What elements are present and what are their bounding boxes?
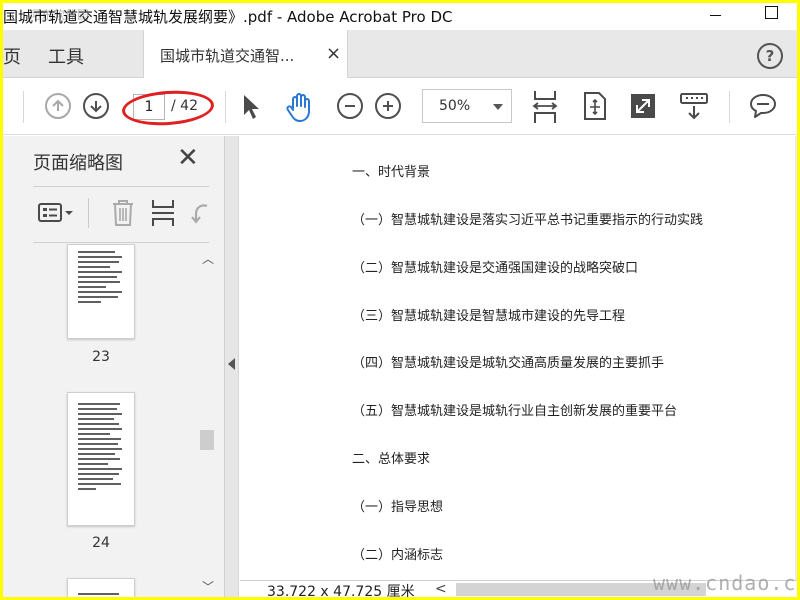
doc-line: （一）智慧城轨建设是落实习近平总书记重要指示的行动实践 bbox=[352, 213, 704, 228]
title-bar: 国城市轨道交通智慧城轨发展纲要》.pdf - Adobe Acrobat Pro… bbox=[3, 3, 797, 30]
full-screen-icon[interactable] bbox=[629, 92, 657, 120]
divider bbox=[33, 242, 209, 243]
select-cursor-icon[interactable] bbox=[241, 93, 261, 121]
previous-page-button[interactable] bbox=[45, 93, 71, 119]
fit-page-width-icon[interactable] bbox=[531, 89, 559, 125]
insert-page-icon[interactable] bbox=[149, 198, 177, 228]
doc-line: （一）指导思想 bbox=[352, 500, 444, 515]
doc-line: （五）智慧城轨建设是城轨行业自主创新发展的重要平台 bbox=[352, 404, 678, 419]
toolbar-divider bbox=[23, 91, 24, 123]
hand-tool-icon[interactable] bbox=[285, 91, 315, 123]
page-thumbnail[interactable] bbox=[67, 578, 135, 597]
watermark-overlay: 河东软件园 bbox=[29, 8, 90, 22]
tab-tools[interactable]: 工具 bbox=[48, 43, 84, 69]
thumbnail-text-lines bbox=[78, 251, 124, 306]
scroll-left-icon[interactable]: < bbox=[435, 581, 447, 597]
site-watermark: www.cndao.com bbox=[653, 571, 797, 595]
doc-line: 一、时代背景 bbox=[352, 165, 431, 180]
zoom-out-button[interactable] bbox=[337, 93, 363, 119]
pdf-page: 一、时代背景 （一）智慧城轨建设是落实习近平总书记重要指示的行动实践 （二）智慧… bbox=[240, 136, 795, 580]
panel-title: 页面缩略图 bbox=[33, 153, 123, 174]
zoom-value: 50% bbox=[439, 98, 471, 114]
doc-line: （四）智慧城轨建设是城轨交通高质量发展的主要抓手 bbox=[352, 356, 665, 371]
tab-home[interactable]: 页 bbox=[3, 43, 21, 69]
arrow-down-icon bbox=[90, 101, 102, 113]
help-button[interactable]: ? bbox=[757, 43, 783, 69]
thumbnail-page-number: 24 bbox=[92, 535, 110, 551]
divider bbox=[88, 198, 89, 228]
thumbnail-text-lines bbox=[78, 593, 124, 597]
fit-page-icon[interactable] bbox=[582, 91, 608, 121]
divider bbox=[33, 186, 209, 187]
comment-icon[interactable] bbox=[748, 92, 778, 120]
toolbar-divider bbox=[225, 91, 226, 123]
plus-icon bbox=[383, 101, 393, 111]
tab-close-icon[interactable]: × bbox=[326, 43, 341, 64]
arrow-up-icon bbox=[52, 99, 64, 111]
zoom-select[interactable]: 50% bbox=[422, 89, 512, 123]
tab-bar: 页 工具 国城市轨道交通智... × ? bbox=[3, 30, 797, 78]
minimize-button[interactable] bbox=[708, 6, 724, 22]
next-page-button[interactable] bbox=[83, 93, 109, 119]
maximize-button[interactable] bbox=[765, 6, 778, 19]
collapse-panel-icon[interactable] bbox=[228, 358, 235, 370]
trash-icon[interactable] bbox=[109, 198, 137, 228]
doc-line: 二、总体要求 bbox=[352, 452, 431, 467]
page-total: / 42 bbox=[171, 98, 198, 114]
thumbnail-options-icon[interactable] bbox=[37, 198, 77, 228]
thumbnail-text-lines bbox=[78, 403, 124, 493]
doc-line: （三）智慧城轨建设是智慧城市建设的先导工程 bbox=[352, 309, 626, 324]
chevron-down-icon bbox=[493, 104, 503, 110]
acrobat-window: 国城市轨道交通智慧城轨发展纲要》.pdf - Adobe Acrobat Pro… bbox=[3, 3, 797, 597]
zoom-in-button[interactable] bbox=[375, 93, 401, 119]
scroll-up-icon[interactable]: ︿ bbox=[202, 250, 214, 267]
page-dimensions: 33.722 x 47.725 厘米 bbox=[267, 584, 415, 597]
doc-line: （二）智慧城轨建设是交通强国建设的战略突破口 bbox=[352, 261, 639, 276]
doc-line: （二）内涵标志 bbox=[352, 548, 444, 563]
minus-icon bbox=[345, 105, 355, 107]
page-thumbnail[interactable] bbox=[67, 244, 135, 339]
thumbnail-scrollbar[interactable]: ︿ ﹀ bbox=[198, 244, 216, 597]
toolbar-divider bbox=[729, 91, 730, 123]
panel-splitter[interactable] bbox=[225, 136, 239, 597]
tab-document[interactable]: 国城市轨道交通智... × bbox=[143, 30, 348, 78]
scrollbar-thumb[interactable] bbox=[200, 430, 214, 450]
tab-document-label: 国城市轨道交通智... bbox=[160, 47, 295, 65]
toolbar: 1 / 42 50% bbox=[3, 79, 797, 135]
document-view[interactable]: 一、时代背景 （一）智慧城轨建设是落实习近平总书记重要指示的行动实践 （二）智慧… bbox=[240, 136, 797, 580]
thumbnail-page-number: 23 bbox=[92, 349, 110, 365]
page-thumbnails-panel: 页面缩略图 ✕ 23 24 ︿ ﹀ bbox=[3, 136, 225, 597]
panel-close-icon[interactable]: ✕ bbox=[177, 145, 199, 171]
rotate-icon[interactable] bbox=[189, 198, 211, 228]
thumbnail-list: 23 24 bbox=[3, 244, 193, 597]
keyboard-scroll-icon[interactable] bbox=[679, 91, 709, 121]
page-number-input[interactable]: 1 bbox=[133, 94, 165, 120]
page-thumbnail[interactable] bbox=[67, 392, 135, 526]
scroll-down-icon[interactable]: ﹀ bbox=[202, 578, 214, 595]
